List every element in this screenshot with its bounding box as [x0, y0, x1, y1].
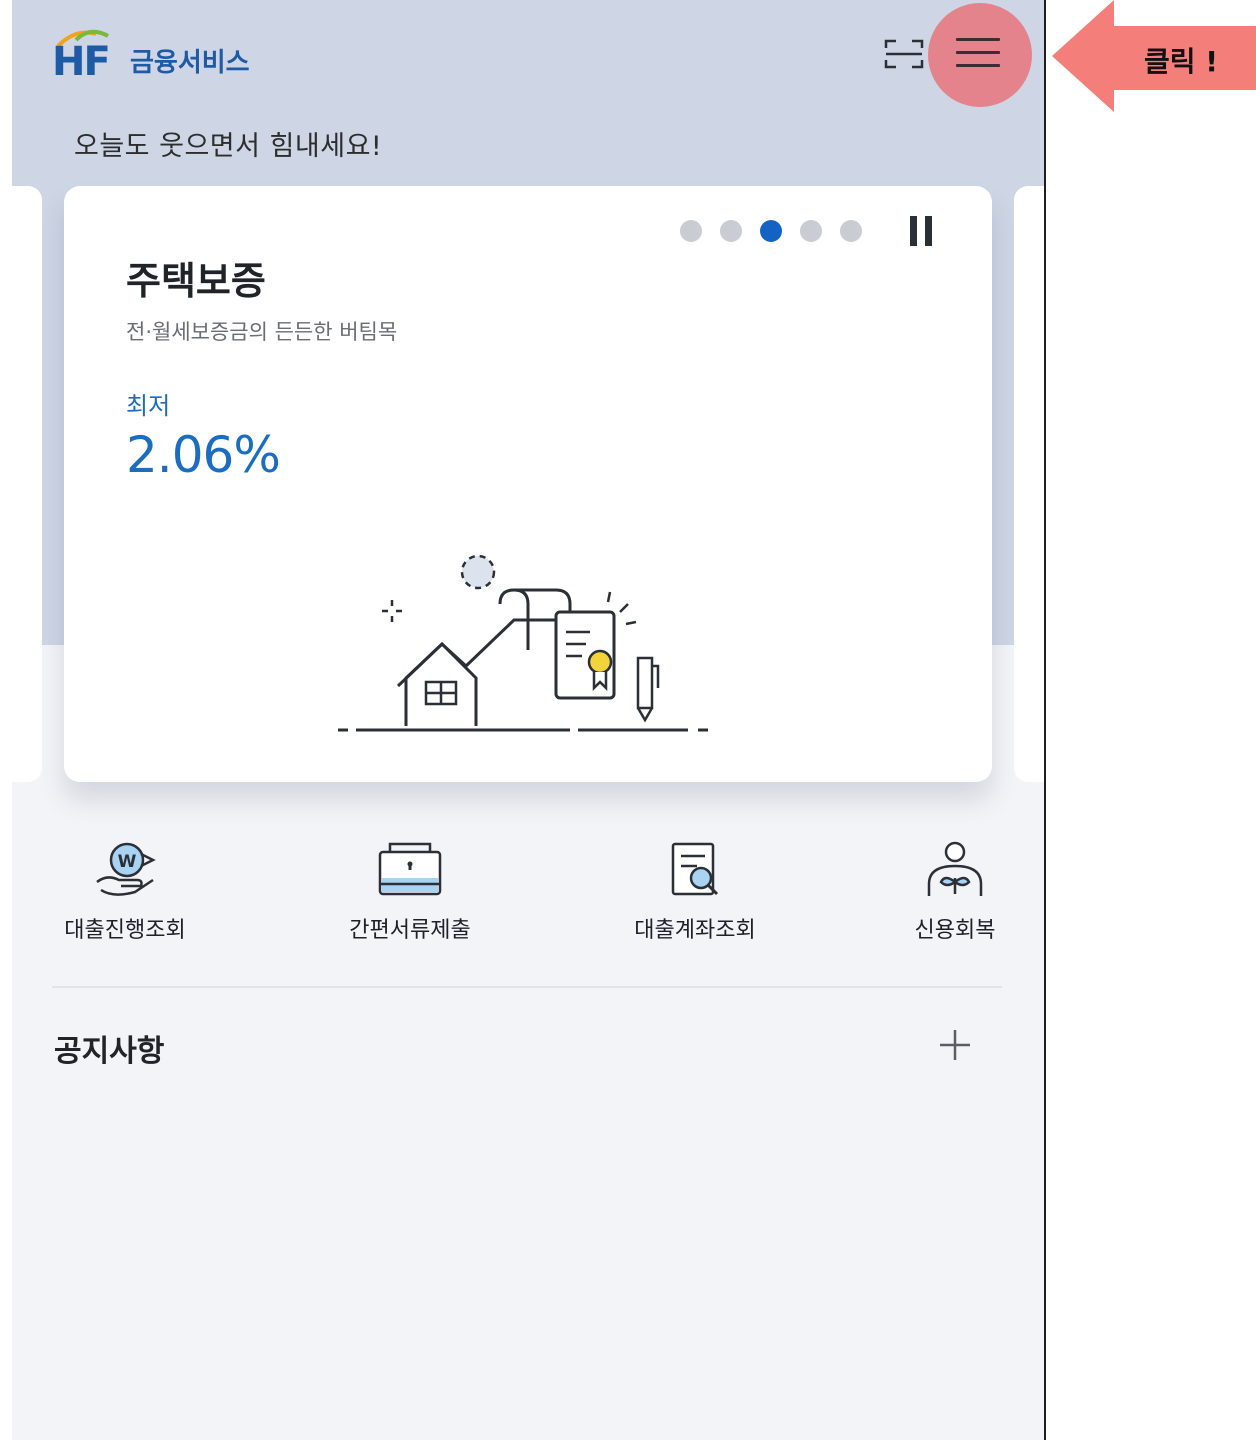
logo-hf-text: HF	[52, 39, 111, 85]
greeting-text: 오늘도 웃으면서 힘내세요!	[74, 131, 383, 162]
carousel-dot[interactable]	[800, 220, 822, 242]
banner-subtitle: 전·월세보증금의 든든한 버팀목	[126, 320, 398, 344]
quick-menu-loan-progress[interactable]: W 대출진행조회	[40, 840, 210, 944]
logo-mark: HF	[52, 29, 118, 82]
plus-icon[interactable]	[938, 1028, 972, 1062]
hf-logo[interactable]: HF 금융서비스	[52, 28, 250, 82]
loan-account-icon	[671, 842, 719, 896]
arrow-left-icon	[1052, 0, 1142, 112]
document-submit-icon	[378, 842, 442, 896]
quick-menu-label: 신용회복	[914, 918, 996, 943]
quick-menu-credit-recovery[interactable]: 신용회복	[870, 840, 1040, 944]
next-banner-card[interactable]	[1014, 186, 1044, 782]
carousel-dot[interactable]	[680, 220, 702, 242]
banner-title: 주택보증	[126, 259, 266, 303]
logo-service-name: 금융서비스	[130, 48, 250, 78]
click-annotation-label: 클릭 !	[1144, 45, 1219, 78]
house-guarantee-illustration	[338, 554, 708, 732]
scan-icon[interactable]	[884, 38, 924, 70]
banner-card[interactable]: 주택보증 전·월세보증금의 든든한 버팀목 최저 2.06%	[64, 186, 992, 782]
pause-icon[interactable]	[908, 216, 934, 246]
carousel-dot[interactable]	[840, 220, 862, 242]
notice-title: 공지사항	[54, 1034, 165, 1069]
screen-edge	[1044, 0, 1046, 1440]
loan-progress-icon: W	[96, 842, 156, 896]
menu-icon[interactable]	[956, 38, 1000, 68]
rate-value: 2.06%	[126, 426, 281, 484]
prev-banner-card[interactable]	[12, 186, 42, 782]
quick-menu-loan-account[interactable]: 대출계좌조회	[610, 840, 780, 944]
carousel-dot[interactable]	[720, 220, 742, 242]
carousel-dot[interactable]	[760, 220, 782, 242]
app-screen: HF 금융서비스 오늘도 웃으면서 힘내세요! 주택보증 전·월세보증금의 든든…	[12, 0, 1044, 1440]
quick-menu-label: 대출계좌조회	[634, 918, 756, 943]
quick-menu-label: 대출진행조회	[64, 918, 186, 943]
section-divider	[52, 986, 1002, 988]
quick-menu-document-submit[interactable]: 간편서류제출	[325, 840, 495, 944]
carousel-indicator[interactable]	[680, 220, 862, 242]
credit-recovery-icon	[927, 841, 983, 896]
quick-menu-label: 간편서류제출	[349, 918, 471, 943]
rate-label: 최저	[126, 392, 171, 420]
svg-text:W: W	[118, 852, 137, 872]
